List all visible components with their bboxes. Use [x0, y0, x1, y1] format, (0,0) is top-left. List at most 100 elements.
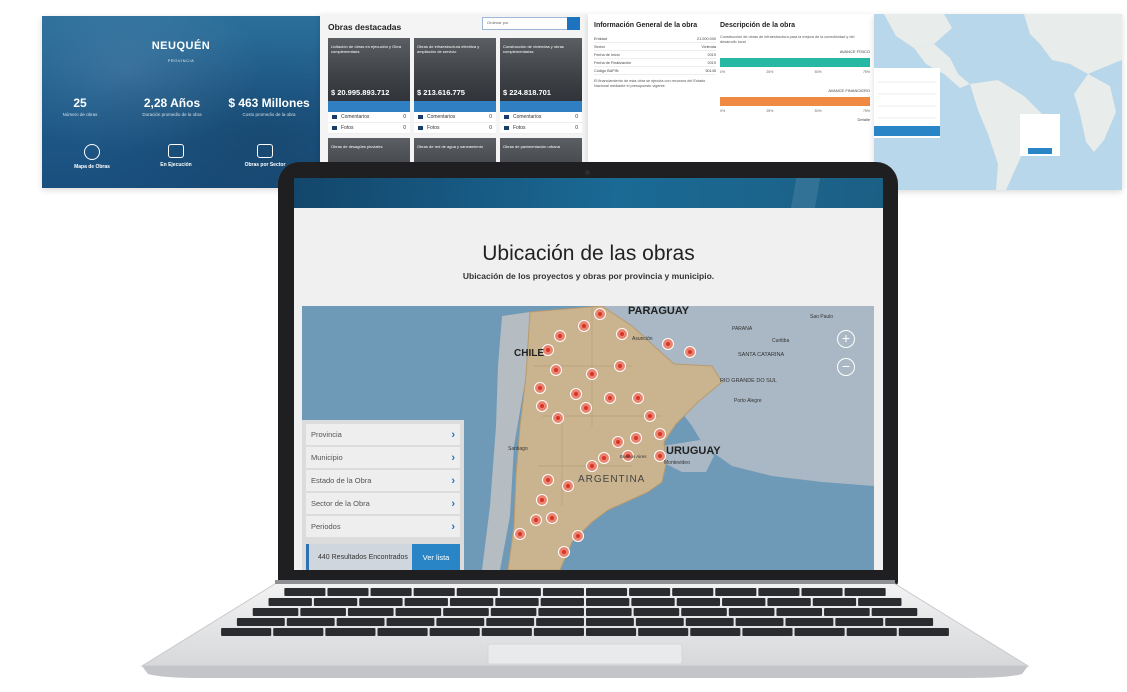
keyboard-key[interactable] — [871, 608, 918, 616]
keyboard-key[interactable] — [885, 618, 934, 626]
zoom-in-button[interactable]: + — [837, 330, 855, 348]
keyboard-key[interactable] — [638, 628, 689, 636]
keyboard-key[interactable] — [794, 628, 845, 636]
keyboard-key[interactable] — [812, 598, 857, 606]
keyboard-key[interactable] — [629, 588, 671, 596]
keyboard-key[interactable] — [846, 628, 897, 636]
keyboard-key[interactable] — [499, 588, 541, 596]
comments-row[interactable]: Comentarios 0 — [328, 112, 410, 123]
keyboard-key[interactable] — [824, 608, 870, 616]
keyboard-key[interactable] — [633, 608, 680, 616]
keyboard-key[interactable] — [898, 628, 949, 636]
keyboard-key[interactable] — [542, 588, 584, 596]
keyboard-key[interactable] — [844, 588, 886, 596]
keyboard-key[interactable] — [715, 588, 757, 596]
keyboard-key[interactable] — [742, 628, 793, 636]
keyboard-key[interactable] — [436, 618, 485, 626]
filter-provincia[interactable]: Provincia › — [306, 424, 460, 445]
trackpad[interactable] — [487, 643, 683, 665]
comments-row[interactable]: Comentarios 0 — [500, 112, 582, 123]
filter-municipio[interactable]: Municipio › — [306, 447, 460, 468]
work-card[interactable]: Construcción de viviendas y obras comple… — [500, 38, 582, 134]
keyboard-key[interactable] — [313, 598, 358, 606]
keyboard-key[interactable] — [386, 618, 435, 626]
photos-row[interactable]: Fotos 0 — [500, 123, 582, 134]
keyboard-key[interactable] — [758, 588, 800, 596]
nav-mapa-obras[interactable]: Mapa de Obras — [62, 144, 122, 170]
filter-sector-obra[interactable]: Sector de la Obra › — [306, 493, 460, 514]
keyboard-key[interactable] — [635, 618, 684, 626]
keyboard-key[interactable] — [540, 598, 584, 606]
keyboard-key[interactable] — [586, 618, 634, 626]
chevron-right-icon: › — [451, 497, 455, 510]
keyboard-key[interactable] — [533, 628, 584, 636]
map-label-buenos-aires: Buenos Aires — [620, 454, 647, 459]
order-select[interactable]: Ordenar por — [482, 17, 580, 30]
keyboard-key[interactable] — [676, 598, 721, 606]
filter-estado-obra[interactable]: Estado de la Obra › — [306, 470, 460, 491]
keyboard-key[interactable] — [443, 608, 489, 616]
keyboard-key[interactable] — [586, 598, 630, 606]
keyboard-key[interactable] — [776, 608, 823, 616]
keyboard-key[interactable] — [413, 588, 455, 596]
keyboard-key[interactable] — [586, 628, 637, 636]
keyboard-key[interactable] — [735, 618, 784, 626]
keyboard-key[interactable] — [404, 598, 448, 606]
keyboard-key[interactable] — [429, 628, 480, 636]
keyboard-key[interactable] — [300, 608, 346, 616]
keyboard-key[interactable] — [252, 608, 299, 616]
work-marker-dot — [636, 396, 640, 400]
keyboard-key[interactable] — [268, 598, 312, 606]
photos-row[interactable]: Fotos 0 — [328, 123, 410, 134]
keyboard-key[interactable] — [631, 598, 675, 606]
nav-en-ejecucion[interactable]: En Ejecución — [146, 144, 206, 168]
keyboard-key[interactable] — [536, 618, 584, 626]
keyboard-key[interactable] — [495, 598, 539, 606]
photos-row[interactable]: Fotos 0 — [414, 123, 496, 134]
ver-lista-button[interactable]: Ver lista — [412, 544, 460, 570]
keyboard-key[interactable] — [767, 598, 811, 606]
keyboard-key[interactable] — [722, 598, 766, 606]
keyboard-key[interactable] — [377, 628, 428, 636]
keyboard-key[interactable] — [490, 608, 537, 616]
keyboard-key[interactable] — [327, 588, 369, 596]
keyboard-key[interactable] — [538, 608, 584, 616]
keyboard-key[interactable] — [456, 588, 498, 596]
keyboard-key[interactable] — [728, 608, 775, 616]
detail-link[interactable]: Detalle — [720, 117, 870, 122]
keyboard-key[interactable] — [236, 618, 285, 626]
keyboard-key[interactable] — [481, 628, 532, 636]
keyboard-key[interactable] — [221, 628, 272, 636]
keyboard-key[interactable] — [336, 618, 385, 626]
keyboard-key[interactable] — [286, 618, 335, 626]
keyboard-key[interactable] — [325, 628, 376, 636]
map-label-asuncion: Asunción — [632, 336, 653, 342]
keyboard-key[interactable] — [395, 608, 442, 616]
keyboard-key[interactable] — [273, 628, 324, 636]
dropdown-arrow-icon[interactable] — [567, 17, 580, 30]
work-card[interactable]: Obras de infraestructura eléctrica y amp… — [414, 38, 496, 134]
keyboard-key[interactable] — [359, 598, 403, 606]
keyboard-key[interactable] — [681, 608, 727, 616]
keyboard-key[interactable] — [685, 618, 734, 626]
keyboard-key[interactable] — [690, 628, 741, 636]
keyboard-key[interactable] — [785, 618, 834, 626]
zoom-out-button[interactable]: − — [837, 358, 855, 376]
comments-row[interactable]: Comentarios 0 — [414, 112, 496, 123]
work-marker-dot — [518, 532, 522, 536]
keyboard-key[interactable] — [586, 608, 632, 616]
keyboard-key[interactable] — [858, 598, 902, 606]
keyboard-key[interactable] — [586, 588, 628, 596]
keyboard-key[interactable] — [801, 588, 843, 596]
keyboard-key[interactable] — [486, 618, 535, 626]
keyboard-key[interactable] — [347, 608, 394, 616]
keyboard-key[interactable] — [672, 588, 714, 596]
keyboard-key[interactable] — [284, 588, 326, 596]
keyboard-key[interactable] — [835, 618, 884, 626]
keyboard-key[interactable] — [449, 598, 494, 606]
work-card[interactable]: Licitación de obras en ejecución y Obra … — [328, 38, 410, 134]
filter-periodos[interactable]: Periodos › — [306, 516, 460, 537]
work-card-text: Obras de desagües pluviales — [331, 144, 383, 149]
keyboard-key[interactable] — [370, 588, 412, 596]
work-card-text: Construcción de viviendas y obras comple… — [503, 44, 564, 54]
